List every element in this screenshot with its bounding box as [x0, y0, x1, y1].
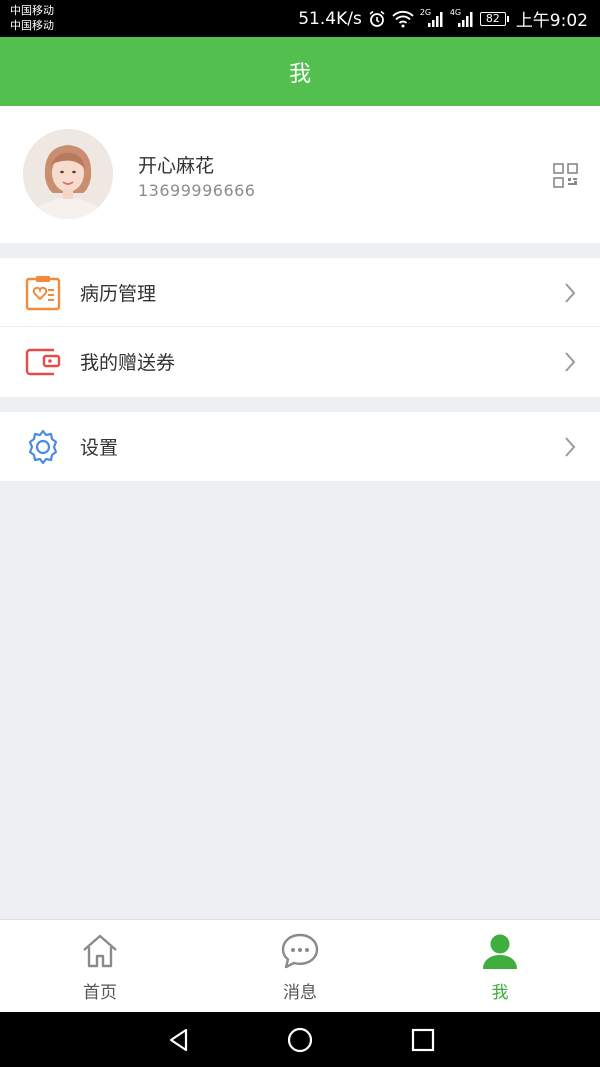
chevron-right-icon [565, 283, 576, 303]
net-speed: 51.4K/s [298, 8, 362, 29]
back-icon[interactable] [166, 1027, 192, 1053]
menu-item-settings[interactable]: 设置 [0, 412, 600, 481]
chat-bubble-icon [281, 933, 319, 969]
page-header: 我 [0, 37, 600, 106]
bottom-tab-bar: 首页 消息 我 [0, 919, 600, 1012]
menu-label-medical-records: 病历管理 [80, 282, 157, 305]
menu-group-records: 病历管理 我的赠送券 [0, 258, 600, 397]
avatar-photo [23, 129, 113, 219]
menu-group-settings: 设置 [0, 412, 600, 481]
tab-label-messages: 消息 [283, 983, 317, 1003]
tab-home[interactable]: 首页 [0, 920, 200, 1012]
chevron-right-icon [565, 352, 576, 372]
page-title: 我 [288, 61, 311, 87]
menu-label-coupons: 我的赠送券 [80, 352, 176, 374]
wallet-coupon-icon [24, 343, 62, 381]
clock: 上午9:02 [515, 11, 588, 31]
avatar[interactable] [23, 129, 113, 219]
gear-icon [24, 428, 62, 466]
signal-2g-icon: 2G [420, 8, 444, 28]
status-indicators: 51.4K/s 2G 4G 82 上午9:02 [298, 0, 588, 37]
status-bar: 中国移动 中国移动 51.4K/s 2G 4G 82 上午9:02 [0, 0, 600, 37]
menu-item-medical-records[interactable]: 病历管理 [0, 258, 600, 327]
chevron-right-icon [565, 437, 576, 457]
tab-label-home: 首页 [83, 983, 117, 1003]
profile-phone: 13699996666 [138, 181, 256, 200]
tab-label-me: 我 [491, 983, 509, 1003]
battery-icon: 82 [479, 11, 509, 26]
carrier-1: 中国移动 [10, 4, 54, 17]
wifi-icon [392, 10, 414, 28]
profile-nickname: 开心麻花 [138, 155, 215, 177]
system-nav-bar [0, 1012, 600, 1067]
home-circle-icon[interactable] [287, 1027, 313, 1053]
medical-record-icon [24, 274, 62, 312]
carrier-labels: 中国移动 中国移动 [10, 3, 54, 33]
menu-item-coupons[interactable]: 我的赠送券 [0, 327, 600, 396]
profile-card[interactable]: 开心麻花 13699996666 [0, 106, 600, 243]
tab-messages[interactable]: 消息 [200, 920, 400, 1012]
signal-4g-icon: 4G [450, 8, 474, 28]
carrier-2: 中国移动 [10, 19, 54, 32]
qrcode-icon[interactable] [553, 163, 578, 188]
recents-square-icon[interactable] [410, 1027, 436, 1053]
alarm-icon [368, 10, 386, 28]
home-icon [83, 934, 117, 968]
tab-me[interactable]: 我 [400, 920, 600, 1012]
person-icon [483, 934, 517, 969]
menu-label-settings: 设置 [80, 437, 119, 459]
